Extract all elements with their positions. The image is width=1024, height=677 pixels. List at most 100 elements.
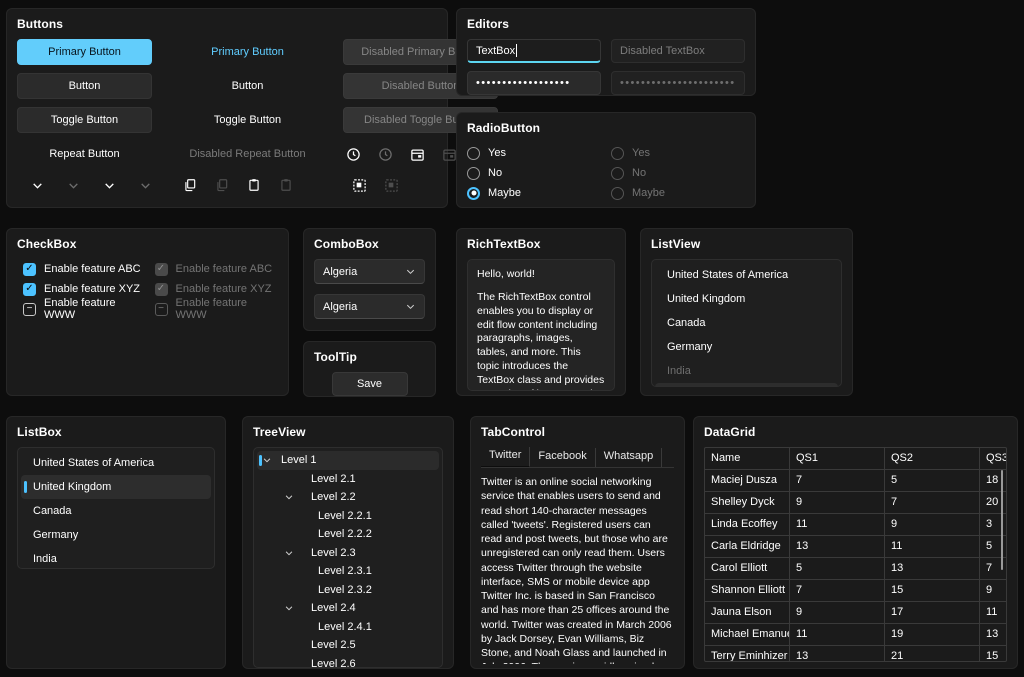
checkbox-www-disabled: − Enable feature WWW — [155, 299, 279, 319]
standard-button[interactable]: Button — [17, 73, 152, 99]
paste-disabled-icon — [276, 175, 296, 195]
tree-node[interactable]: Level 2.2.2 — [257, 525, 439, 544]
list-item-label: Canada — [33, 505, 72, 517]
datagrid-scrollbar-thumb[interactable] — [1001, 470, 1004, 570]
table-row[interactable]: Carol Elliott 5 13 7 — [705, 558, 1006, 580]
column-header-qs2[interactable]: QS2 — [885, 448, 980, 469]
table-row[interactable]: Jauna Elson 9 17 11 — [705, 602, 1006, 624]
checkbox-group-disabled: ✓ Enable feature ABC ✓ Enable feature XY… — [155, 259, 279, 319]
cell-qs1: 7 — [790, 470, 885, 491]
tree-node[interactable]: Level 2.3.1 — [257, 562, 439, 581]
tree-node[interactable]: Level 1 — [257, 451, 439, 470]
chevron-down-icon[interactable] — [281, 603, 297, 613]
table-row[interactable]: Shelley Dyck 9 7 20 — [705, 492, 1006, 514]
list-item[interactable]: United Kingdom — [655, 287, 838, 311]
combobox-panel: ComboBox Algeria Algeria — [303, 228, 436, 331]
paste-icon[interactable] — [244, 175, 264, 195]
treeview-tree[interactable]: Level 1 Level 2.1 Level 2.2 Level 2.2.1 … — [253, 447, 443, 668]
password-box[interactable]: •••••••••••••••••• — [467, 71, 601, 95]
select-all-icon[interactable] — [349, 175, 369, 195]
toggle-button-flat[interactable]: Toggle Button — [170, 107, 325, 133]
combobox-first[interactable]: Algeria — [314, 259, 425, 284]
tree-node[interactable]: Level 2.3.2 — [257, 581, 439, 600]
checkbox-panel-title: CheckBox — [17, 237, 278, 251]
table-row[interactable]: Terry Eminhizer 13 21 15 — [705, 646, 1006, 662]
radio-label: Yes — [632, 147, 650, 159]
chevron-down-icon[interactable] — [67, 175, 81, 195]
checkbox-group-enabled: ✓ Enable feature ABC ✓ Enable feature XY… — [23, 259, 147, 319]
calendar-icon[interactable] — [407, 144, 427, 164]
cell-qs2: 21 — [885, 646, 980, 662]
cell-qs1: 11 — [790, 624, 885, 645]
tab-facebook[interactable]: Facebook — [530, 448, 595, 467]
column-header-qs3[interactable]: QS3 — [980, 448, 1006, 469]
tree-node[interactable]: Level 2.4 — [257, 599, 439, 618]
table-row[interactable]: Carla Eldridge 13 11 5 — [705, 536, 1006, 558]
richtextbox-editor[interactable]: Hello, world! The RichTextBox control en… — [467, 259, 615, 391]
radio-option-no[interactable]: No — [467, 163, 601, 183]
radio-indicator — [467, 147, 480, 160]
list-item[interactable]: Canada — [21, 499, 211, 523]
cell-name: Carla Eldridge — [705, 536, 790, 557]
listview-panel: ListView United States of America United… — [640, 228, 853, 396]
table-row[interactable]: Linda Ecoffey 11 9 3 — [705, 514, 1006, 536]
primary-button-flat[interactable]: Primary Button — [170, 39, 325, 65]
primary-button[interactable]: Primary Button — [17, 39, 152, 65]
list-item-label: United Kingdom — [33, 481, 111, 493]
tree-node[interactable]: Level 2.6 — [257, 655, 439, 669]
list-item[interactable]: United States of America — [655, 263, 838, 287]
radio-label: Yes — [488, 147, 506, 159]
listview-list[interactable]: United States of America United Kingdom … — [651, 259, 842, 387]
check-icon: ✓ — [23, 263, 36, 276]
table-row[interactable]: Michael Emanuel 11 19 13 — [705, 624, 1006, 646]
list-item-label: India — [667, 365, 691, 377]
textbox-input[interactable]: TextBox — [467, 39, 601, 63]
column-header-name[interactable]: Name — [705, 448, 790, 469]
tree-node[interactable]: Level 2.2.1 — [257, 507, 439, 526]
standard-button-flat[interactable]: Button — [170, 73, 325, 99]
copy-icon[interactable] — [180, 175, 200, 195]
clock-icon[interactable] — [343, 144, 363, 164]
treeview-panel: TreeView Level 1 Level 2.1 Level 2.2 Lev… — [242, 416, 454, 669]
list-item-selected[interactable]: United Kingdom — [21, 475, 211, 499]
combobox-second[interactable]: Algeria — [314, 294, 425, 319]
list-item[interactable]: India — [21, 547, 211, 569]
listbox-list[interactable]: United States of America United Kingdom … — [17, 447, 215, 569]
chevron-down-icon[interactable] — [281, 548, 297, 558]
list-item[interactable]: United States of America — [21, 451, 211, 475]
chevron-down-icon[interactable] — [259, 455, 275, 465]
chevron-down-icon[interactable] — [103, 175, 117, 195]
tree-node[interactable]: Level 2.3 — [257, 544, 439, 563]
list-item-label: Germany — [667, 341, 712, 353]
tree-node[interactable]: Level 2.2 — [257, 488, 439, 507]
radio-option-yes[interactable]: Yes — [467, 143, 601, 163]
toggle-button[interactable]: Toggle Button — [17, 107, 152, 133]
tree-node-label: Level 2.3.1 — [318, 565, 372, 577]
list-item-selected[interactable]: France — [655, 383, 838, 387]
tab-whatsapp[interactable]: Whatsapp — [596, 448, 663, 467]
cell-qs1: 9 — [790, 602, 885, 623]
tab-twitter[interactable]: Twitter — [481, 447, 530, 467]
table-row[interactable]: Shannon Elliott 7 15 9 — [705, 580, 1006, 602]
list-item[interactable]: Canada — [655, 311, 838, 335]
list-item[interactable]: Germany — [655, 335, 838, 359]
tree-node[interactable]: Level 2.1 — [257, 470, 439, 489]
chevron-down-icon[interactable] — [31, 175, 45, 195]
save-button[interactable]: Save — [332, 372, 408, 396]
checkbox-www[interactable]: − Enable feature WWW — [23, 299, 147, 319]
checkbox-panel: CheckBox ✓ Enable feature ABC ✓ Enable f… — [6, 228, 289, 396]
table-row[interactable]: Maciej Dusza 7 5 18 — [705, 470, 1006, 492]
repeat-button[interactable]: Repeat Button — [17, 141, 152, 167]
checkbox-xyz[interactable]: ✓ Enable feature XYZ — [23, 279, 147, 299]
tree-node[interactable]: Level 2.5 — [257, 636, 439, 655]
cell-qs2: 17 — [885, 602, 980, 623]
checkbox-abc[interactable]: ✓ Enable feature ABC — [23, 259, 147, 279]
chevron-down-icon[interactable] — [281, 492, 297, 502]
radio-option-maybe[interactable]: Maybe — [467, 183, 601, 203]
list-item[interactable]: Germany — [21, 523, 211, 547]
tree-node[interactable]: Level 2.4.1 — [257, 618, 439, 637]
table-header-row: Name QS1 QS2 QS3 — [705, 448, 1006, 470]
column-header-qs1[interactable]: QS1 — [790, 448, 885, 469]
datagrid-table[interactable]: Name QS1 QS2 QS3 Maciej Dusza 7 5 18 She… — [704, 447, 1007, 662]
chevron-down-icon — [405, 301, 416, 312]
